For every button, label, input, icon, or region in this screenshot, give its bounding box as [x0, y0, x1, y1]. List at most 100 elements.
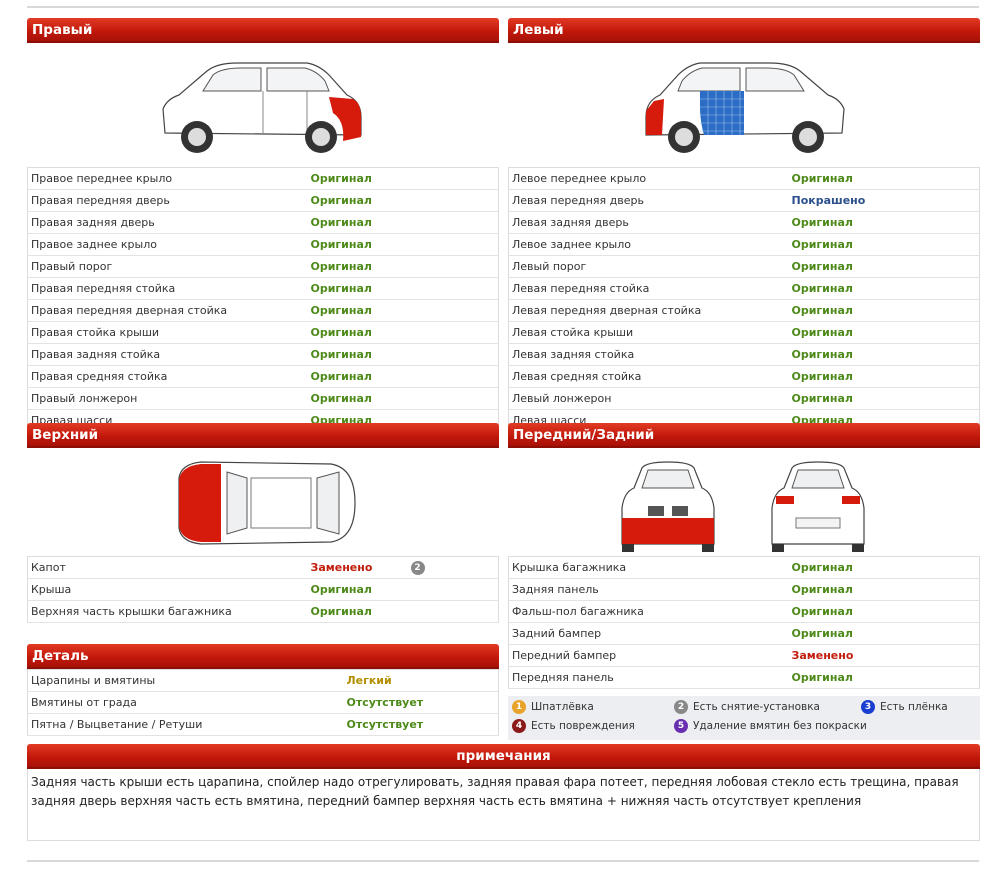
part-badge-cell: [888, 321, 980, 344]
legend-item-pdr: 5 Удаление вмятин без покраски: [674, 719, 867, 733]
part-status: Оригинал: [307, 189, 408, 212]
table-row: Левая передняя дверная стойка Оригинал: [508, 299, 980, 322]
part-status: Оригинал: [307, 299, 408, 322]
legend-item-putty: 1 Шпатлёвка: [512, 700, 594, 714]
part-name: Правая стойка крыши: [27, 321, 308, 344]
part-status: Заменено: [788, 644, 889, 667]
part-badge-cell: [888, 644, 980, 667]
part-name: Передний бампер: [508, 644, 789, 667]
part-badge-cell: [407, 600, 499, 623]
part-status: Оригинал: [788, 299, 889, 322]
part-badge-cell: [888, 189, 980, 212]
legend-label: Удаление вмятин без покраски: [693, 720, 867, 732]
part-badge-cell: [888, 233, 980, 256]
table-row: Вмятины от града Отсутствует: [27, 691, 499, 714]
part-status: Оригинал: [788, 578, 889, 601]
part-name: Капот: [27, 556, 308, 579]
table-row: Левое переднее крыло Оригинал: [508, 167, 980, 190]
table-row: Правый лонжерон Оригинал: [27, 387, 499, 410]
part-status: Оригинал: [307, 277, 408, 300]
part-status: Оригинал: [788, 556, 889, 579]
panel-title: Левый: [508, 18, 980, 43]
part-status: Оригинал: [307, 167, 408, 190]
part-name: Левая задняя дверь: [508, 211, 789, 234]
car-rear-image: [771, 461, 865, 552]
part-name: Правое переднее крыло: [27, 167, 308, 190]
bottom-divider: [27, 860, 979, 862]
part-badge-cell: [888, 365, 980, 388]
part-badge-cell: 2: [407, 556, 499, 579]
part-status: Оригинал: [788, 622, 889, 645]
legend: 1 Шпатлёвка 2 Есть снятие-установка 3 Ес…: [508, 696, 980, 740]
part-badge-cell: [407, 211, 499, 234]
part-status: Оригинал: [307, 365, 408, 388]
front-rear-table: Крышка багажника Оригинал Задняя панель Ори…: [508, 556, 980, 689]
table-row: Крыша Оригинал: [27, 578, 499, 601]
part-status: Оригинал: [307, 255, 408, 278]
damage-badge-icon: 4: [512, 719, 526, 733]
part-status: Оригинал: [307, 578, 408, 601]
table-row: Правое заднее крыло Оригинал: [27, 233, 499, 256]
part-status: Оригинал: [788, 600, 889, 623]
table-row: Левая стойка крыши Оригинал: [508, 321, 980, 344]
part-status: Оригинал: [788, 666, 889, 689]
legend-item-removal: 2 Есть снятие-установка: [674, 700, 820, 714]
top-divider: [27, 6, 979, 8]
part-status: Оригинал: [788, 255, 889, 278]
table-row: Правая стойка крыши Оригинал: [27, 321, 499, 344]
part-badge-cell: [407, 189, 499, 212]
table-row: Задний бампер Оригинал: [508, 622, 980, 645]
removal-badge-icon: 2: [674, 700, 688, 714]
part-status: Оригинал: [307, 387, 408, 410]
part-badge-cell: [407, 167, 499, 190]
part-badge-cell: [407, 321, 499, 344]
part-status: Оригинал: [788, 277, 889, 300]
table-row: Левая передняя дверь Покрашено: [508, 189, 980, 212]
part-name: Вмятины от града: [27, 691, 344, 714]
table-row: Правая задняя дверь Оригинал: [27, 211, 499, 234]
table-row: Левый лонжерон Оригинал: [508, 387, 980, 410]
table-row: Пятна / Выцветание / Ретуши Отсутствует: [27, 713, 499, 736]
table-row: Левое заднее крыло Оригинал: [508, 233, 980, 256]
part-status: Оригинал: [307, 343, 408, 366]
part-name: Левая передняя стойка: [508, 277, 789, 300]
table-row: Левая задняя дверь Оригинал: [508, 211, 980, 234]
part-status: Оригинал: [788, 365, 889, 388]
table-row: Левый порог Оригинал: [508, 255, 980, 278]
table-row: Левая задняя стойка Оригинал: [508, 343, 980, 366]
part-name: Пятна / Выцветание / Ретуши: [27, 713, 344, 736]
part-badge-cell: [407, 578, 499, 601]
part-name: Левый порог: [508, 255, 789, 278]
notes-text: Задняя часть крыши есть царапина, спойле…: [27, 769, 980, 841]
table-row: Правая передняя дверь Оригинал: [27, 189, 499, 212]
part-badge-cell: [407, 299, 499, 322]
part-name: Фальш-пол багажника: [508, 600, 789, 623]
car-side-right-image: [162, 62, 362, 153]
part-name: Правая передняя дверь: [27, 189, 308, 212]
part-status: Оригинал: [307, 233, 408, 256]
legend-item-damage: 4 Есть повреждения: [512, 719, 635, 733]
part-name: Правый лонжерон: [27, 387, 308, 410]
panel-title: Деталь: [27, 644, 499, 669]
detail-table: Царапины и вмятины Легкий Вмятины от града…: [27, 669, 499, 736]
front-rear-car-diagram: [508, 448, 980, 556]
table-row: Правое переднее крыло Оригинал: [27, 167, 499, 190]
part-name: Правый порог: [27, 255, 308, 278]
panel-title: Передний/Задний: [508, 423, 980, 448]
top-view-car-diagram: [27, 448, 499, 556]
part-badge-cell: [888, 167, 980, 190]
part-name: Левое заднее крыло: [508, 233, 789, 256]
table-row: Правая передняя дверная стойка Оригинал: [27, 299, 499, 322]
putty-badge-icon: 1: [512, 700, 526, 714]
table-row: Правая передняя стойка Оригинал: [27, 277, 499, 300]
part-status: Оригинал: [307, 600, 408, 623]
part-name: Крыша: [27, 578, 308, 601]
right-side-car-diagram: [27, 43, 499, 167]
part-badge-cell: [888, 387, 980, 410]
table-row: Капот Заменено 2: [27, 556, 499, 579]
part-badge-cell: [407, 365, 499, 388]
part-badge-cell: [407, 255, 499, 278]
part-name: Левый лонжерон: [508, 387, 789, 410]
left-side-car-diagram: [508, 43, 980, 167]
part-badge-cell: [443, 713, 499, 736]
